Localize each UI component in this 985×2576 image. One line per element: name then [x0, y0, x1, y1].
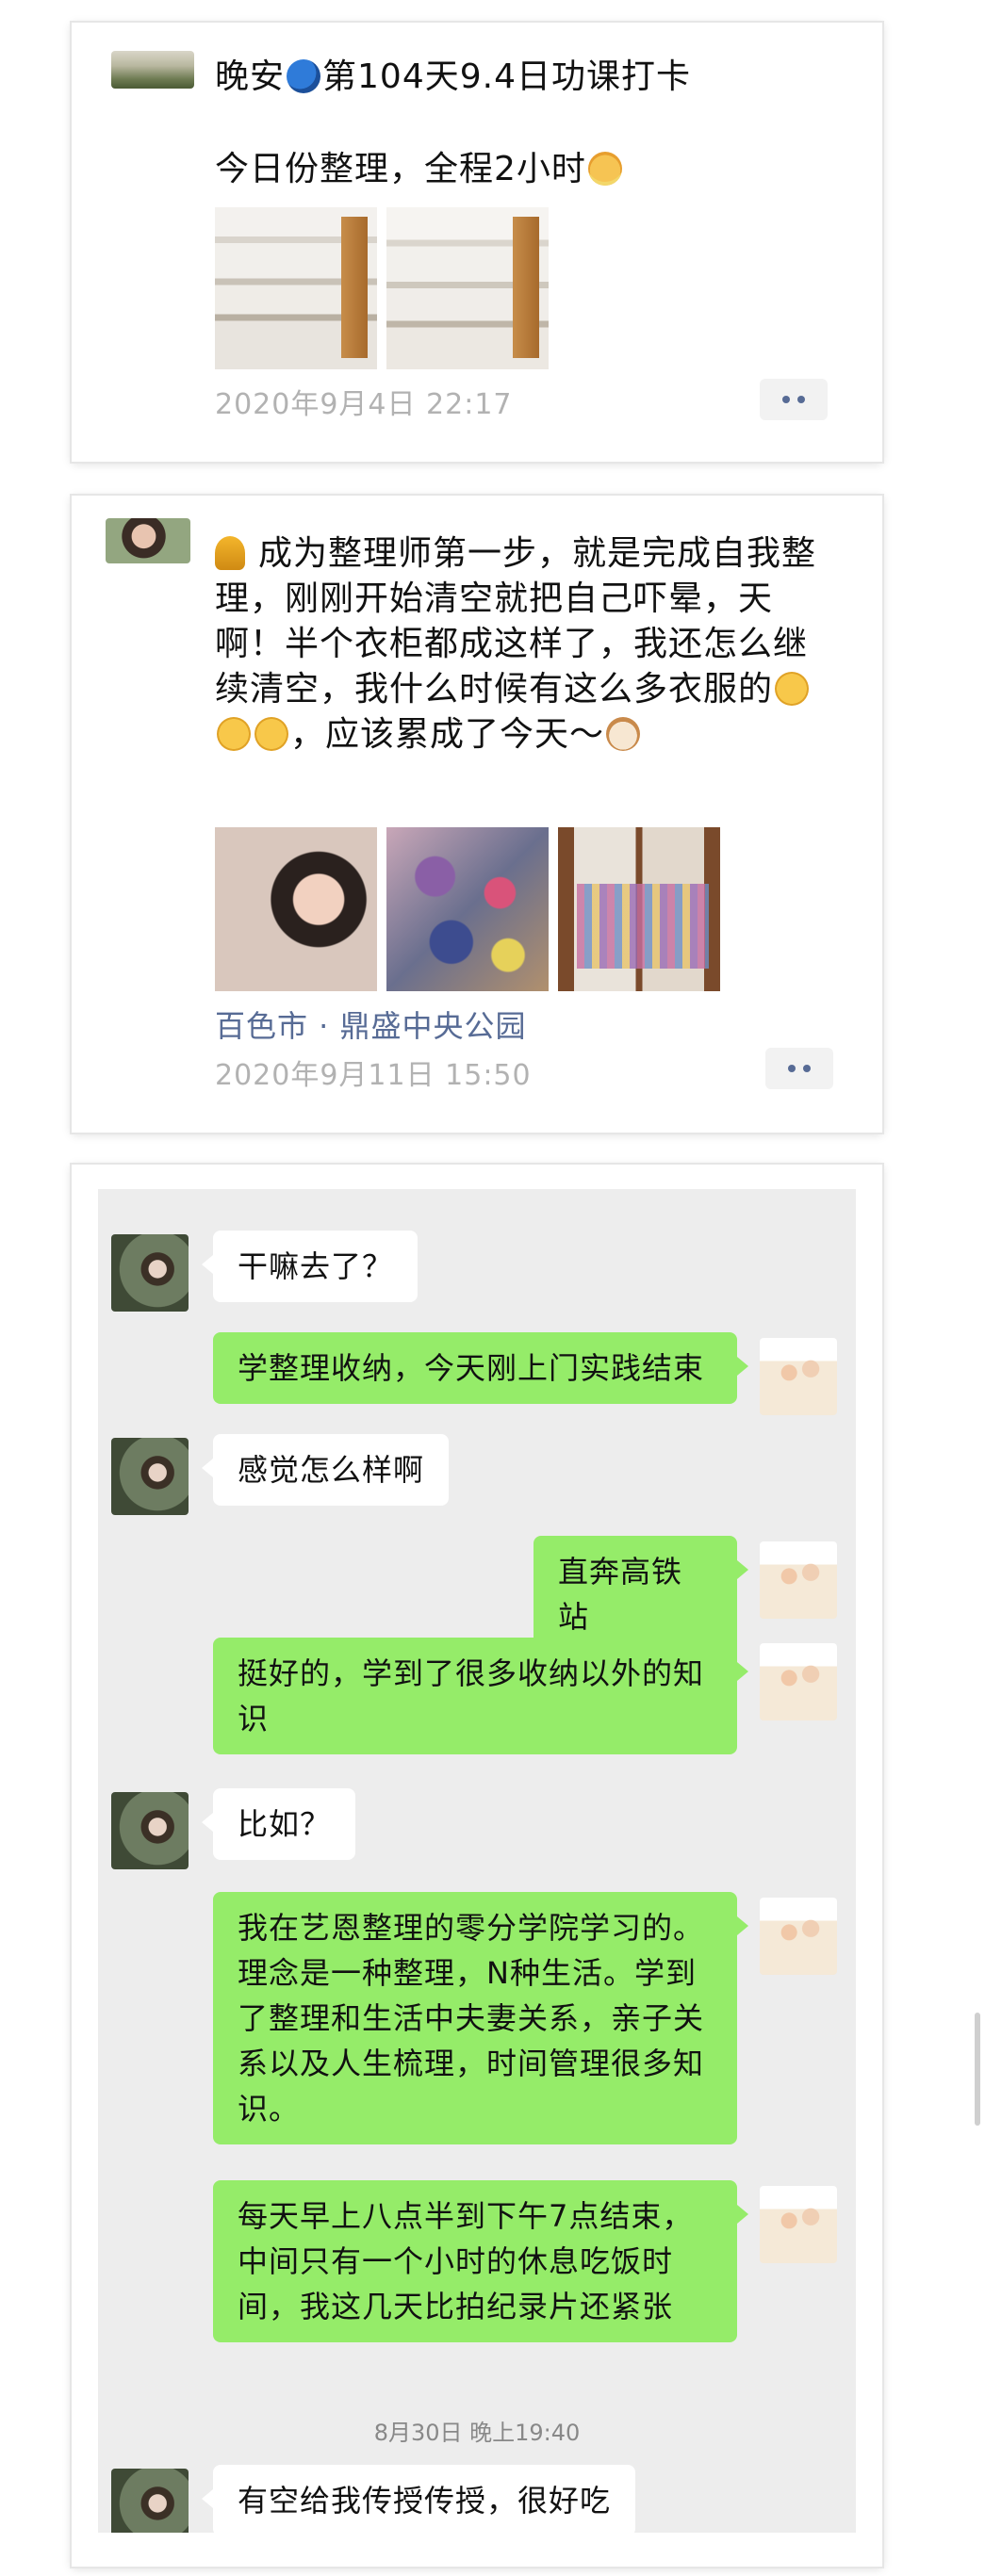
post-greeting: 晚安 — [215, 57, 286, 96]
contact-avatar[interactable] — [111, 1438, 189, 1515]
crying-laugh-emoji-icon — [775, 672, 810, 706]
post-location[interactable]: 百色市 · 鼎盛中央公园 — [215, 1003, 527, 1046]
angel-face-emoji-icon — [587, 152, 622, 186]
more-dots-icon — [803, 1065, 811, 1072]
message-bubble-sent: 我在艺恩整理的零分学院学习的。理念是一种整理，N种生活。学到了整理和生活中夫妻关… — [213, 1892, 748, 2144]
crying-laugh-emoji-icon — [217, 717, 251, 751]
moment-post-2: 成为整理师第一步，就是完成自我整理，刚刚开始清空就把自己吓晕，天啊！半个衣柜都成… — [72, 496, 882, 1133]
message-bubble-received: 感觉怎么样啊 — [201, 1434, 450, 1506]
self-avatar[interactable] — [760, 1898, 837, 1975]
more-dots-icon — [782, 396, 790, 403]
post-checkin-text: 第104天9.4日功课打卡 — [322, 57, 691, 96]
dog-face-emoji-icon — [606, 717, 641, 751]
message-bubble-received: 比如？ — [201, 1788, 356, 1860]
self-avatar[interactable] — [760, 1338, 837, 1415]
post-body-text: 成为整理师第一步，就是完成自我整理，刚刚开始清空就把自己吓晕，天啊！半个衣柜都成… — [215, 534, 817, 709]
post-body-text: 今日份整理，全程2小时 — [215, 150, 586, 188]
chat-window: 干嘛去了？ 学整理收纳，今天刚上门实践结束 感觉怎么样啊 直奔高铁站 挺好的，学… — [98, 1189, 856, 2533]
crying-laugh-emoji-icon — [254, 717, 288, 751]
post-timestamp: 2020年9月4日 22:17 — [215, 388, 513, 421]
moment-post-1: 晚安 第104天9.4日功课打卡 今日份整理，全程2小时 2020年9月4日 22… — [72, 23, 882, 462]
post-text-line2: 今日份整理，全程2小时 — [215, 147, 624, 192]
moon-emoji-icon — [287, 59, 321, 93]
post-text: 成为整理师第一步，就是完成自我整理，刚刚开始清空就把自己吓晕，天啊！半个衣柜都成… — [215, 531, 828, 758]
message-bubble-sent: 直奔高铁站 — [534, 1536, 748, 1653]
post-text-line1: 晚安 第104天9.4日功课打卡 — [215, 55, 691, 100]
more-button[interactable] — [760, 379, 828, 420]
contact-avatar[interactable] — [111, 1234, 189, 1312]
message-bubble-sent: 学整理收纳，今天刚上门实践结束 — [213, 1332, 748, 1404]
scrollbar[interactable] — [975, 2013, 980, 2126]
post-photo-2[interactable] — [386, 207, 549, 369]
post-photo-1[interactable] — [215, 207, 377, 369]
self-avatar[interactable] — [760, 1541, 837, 1619]
self-avatar[interactable] — [760, 2186, 837, 2263]
message-bubble-received: 有空给我传授传授，很好吃 — [201, 2465, 636, 2533]
more-dots-icon — [788, 1065, 796, 1072]
chat-screenshot-card: 干嘛去了？ 学整理收纳，今天刚上门实践结束 感觉怎么样啊 直奔高铁站 挺好的，学… — [72, 1165, 882, 2567]
contact-avatar[interactable] — [111, 2469, 189, 2533]
message-bubble-sent: 每天早上八点半到下午7点结束，中间只有一个小时的休息吃饭时间，我这几天比拍纪录片… — [213, 2180, 748, 2342]
post-timestamp: 2020年9月11日 15:50 — [215, 1059, 532, 1092]
self-avatar[interactable] — [760, 1643, 837, 1720]
post-body-tail: ，应该累成了今天～ — [290, 715, 605, 754]
avatar[interactable] — [106, 518, 190, 563]
more-dots-icon — [797, 396, 805, 403]
message-bubble-sent: 挺好的，学到了很多收纳以外的知识 — [213, 1638, 748, 1754]
post-photo-2[interactable] — [386, 827, 549, 991]
post-photo-1[interactable] — [215, 827, 377, 991]
more-button[interactable] — [765, 1048, 833, 1089]
chat-time-divider: 8月30日 晚上19:40 — [373, 2420, 581, 2446]
message-bubble-received: 干嘛去了？ — [201, 1231, 419, 1302]
bell-emoji-icon — [215, 536, 245, 570]
avatar[interactable] — [111, 51, 194, 89]
post-photo-3[interactable] — [558, 827, 720, 991]
contact-avatar[interactable] — [111, 1792, 189, 1869]
